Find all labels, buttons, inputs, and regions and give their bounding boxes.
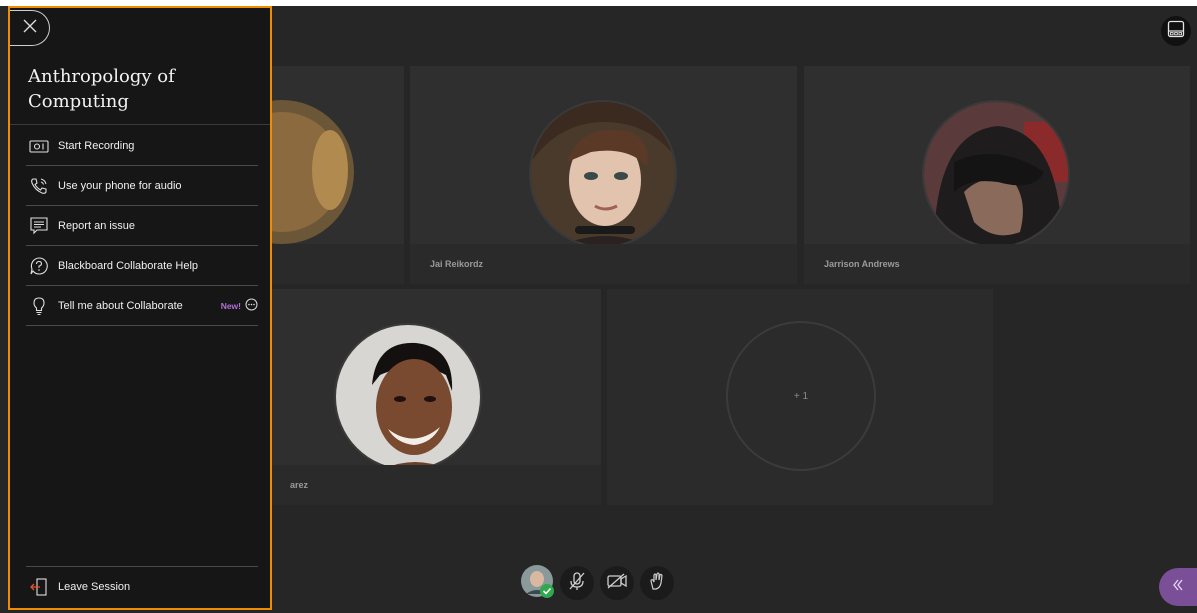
- session-controls: [520, 564, 674, 603]
- divider: [26, 566, 258, 567]
- phone-audio-icon: [28, 175, 50, 197]
- participant-tile-3[interactable]: Jarrison Andrews: [804, 66, 1190, 284]
- participant-name: Jai Reikordz: [410, 244, 797, 284]
- participant-avatar: [270, 100, 354, 244]
- microphone-button[interactable]: [560, 566, 594, 600]
- leave-session-label: Leave Session: [58, 581, 131, 593]
- record-camera-icon: [28, 135, 50, 157]
- participant-tile-2[interactable]: Jai Reikordz: [410, 66, 797, 284]
- participant-avatar: [529, 100, 677, 248]
- raise-hand-button[interactable]: [640, 566, 674, 600]
- session-title: Anthropology of Computing: [28, 66, 175, 112]
- session-menu-panel: Anthropology of Computing Start Recordin…: [8, 6, 272, 610]
- more-options-icon[interactable]: [245, 298, 258, 314]
- overflow-tile[interactable]: + 1: [607, 289, 993, 505]
- avatar-check-icon: [520, 564, 554, 603]
- help-icon: [28, 255, 50, 277]
- menu-item-report-issue[interactable]: Report an issue: [26, 206, 258, 246]
- participant-avatar: [334, 323, 482, 471]
- menu-item-tell-me-about-collaborate[interactable]: Tell me about Collaborate New!: [26, 286, 258, 326]
- menu-item-label: Start Recording: [58, 139, 135, 152]
- leave-door-icon: [28, 576, 50, 598]
- participant-name: [270, 244, 404, 284]
- report-issue-icon: [28, 215, 50, 237]
- menu-item-phone-audio[interactable]: Use your phone for audio: [26, 166, 258, 206]
- layout-grid-icon: [1167, 20, 1185, 43]
- menu-item-help[interactable]: Blackboard Collaborate Help: [26, 246, 258, 286]
- participant-tile-1[interactable]: [270, 66, 404, 284]
- participant-name: Jarrison Andrews: [804, 244, 1190, 284]
- menu-item-label: Use your phone for audio: [58, 179, 182, 192]
- participant-name: arez: [270, 465, 601, 505]
- close-menu-button[interactable]: [10, 10, 50, 46]
- collaborate-panel-button[interactable]: [1159, 568, 1197, 606]
- menu-item-label: Report an issue: [58, 219, 136, 232]
- my-avatar-status-button[interactable]: [520, 564, 554, 603]
- mic-off-icon: [567, 571, 587, 596]
- double-chevron-left-icon: [1171, 578, 1185, 597]
- lightbulb-icon: [28, 295, 50, 317]
- camera-off-icon: [606, 571, 628, 596]
- menu-item-label: Tell me about Collaborate: [58, 299, 183, 312]
- camera-button[interactable]: [600, 566, 634, 600]
- overflow-count[interactable]: + 1: [726, 321, 876, 471]
- menu-item-start-recording[interactable]: Start Recording: [26, 126, 258, 166]
- hand-icon: [647, 571, 667, 596]
- session-menu: Start Recording Use your phone for audio: [26, 126, 258, 326]
- close-icon: [22, 18, 38, 39]
- leave-session-button[interactable]: Leave Session: [26, 574, 130, 600]
- participant-tile-4[interactable]: arez: [270, 289, 601, 505]
- divider: [10, 124, 270, 125]
- new-badge: New!: [220, 300, 241, 311]
- layout-toggle-button[interactable]: [1161, 16, 1191, 46]
- participant-avatar: [922, 100, 1070, 248]
- menu-item-label: Blackboard Collaborate Help: [58, 259, 199, 272]
